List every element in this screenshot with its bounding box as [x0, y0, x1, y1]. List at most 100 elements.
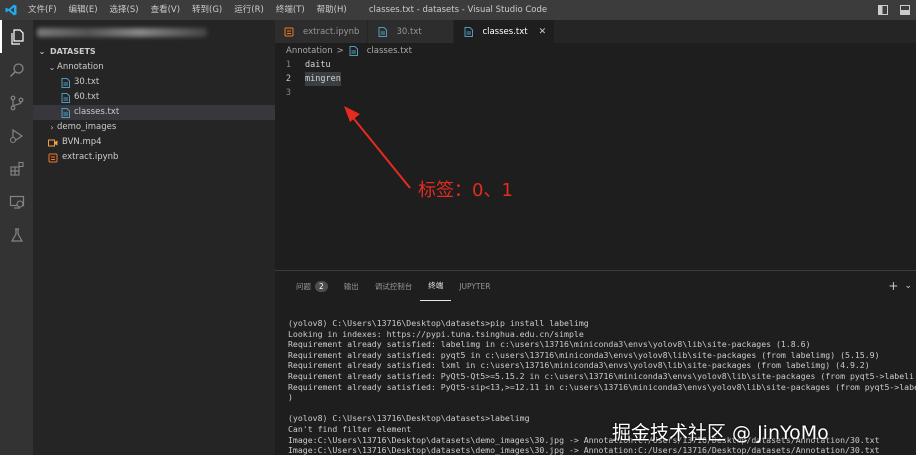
terminal-line: Requirement already satisfied: PyQt5-sip… — [288, 381, 916, 392]
terminal-line: (yolov8) C:\Users\13716\Desktop\datasets… — [288, 318, 589, 328]
panel-tabs: 问题 2 输出 调试控制台 终端 JUPYTER — [275, 271, 916, 301]
panel-tab[interactable]: 终端 — [420, 271, 452, 301]
tree-item-label: 60.txt — [74, 92, 100, 102]
tree-item[interactable]: 60.txt — [33, 90, 275, 105]
breadcrumb-folder[interactable]: Annotation — [286, 46, 333, 56]
txt-file-icon — [348, 45, 360, 56]
explorer-sidebar: ⌄ DATASETS ⌄ Annotation 30.txt 60.txt classe… — [33, 20, 275, 455]
line-number: 3 — [285, 88, 291, 98]
editor-tab[interactable]: extract.ipynb — [275, 20, 369, 43]
terminal-line: Requirement already satisfied: pyqt5 in … — [288, 349, 880, 360]
chevron-down-icon: ⌄ — [48, 63, 56, 72]
menu-item[interactable]: 编辑(E) — [63, 0, 104, 20]
file-tree: ⌄ Annotation 30.txt 60.txt classes.txt › demo_… — [33, 60, 275, 165]
tab-label: classes.txt — [482, 26, 528, 37]
panel-tab-label: 问题 — [296, 281, 311, 291]
tree-item[interactable]: extract.ipynb — [33, 150, 275, 165]
editor-tabs: extract.ipynb 30.txt classes.txt ✕ — [275, 20, 916, 43]
terminal-line: Image:C:\Users\13716\Desktop\datasets\de… — [288, 445, 880, 455]
menu-item[interactable]: 查看(V) — [145, 0, 186, 20]
watermark: 掘金技术社区 @ JinYoMo — [612, 422, 829, 444]
video-file-icon — [47, 138, 59, 148]
new-terminal-plus-icon[interactable]: + — [888, 279, 898, 293]
line-number: 1 — [285, 60, 291, 70]
panel-tab-label: JUPYTER — [459, 281, 491, 291]
panel-tab[interactable]: 输出 — [336, 271, 367, 301]
terminal-line: Requirement already satisfied: lxml in c… — [288, 360, 870, 371]
remote-explorer-icon[interactable] — [0, 185, 33, 218]
close-icon[interactable]: ✕ — [539, 27, 547, 37]
menu-item[interactable]: 终端(T) — [270, 0, 311, 20]
code-line[interactable]: 3 — [275, 86, 916, 100]
terminal-line: Looking in indexes: https://pypi.tuna.ts… — [288, 328, 584, 339]
testing-flask-icon[interactable] — [0, 218, 33, 251]
activity-bar — [0, 20, 33, 455]
panel-tab[interactable]: 调试控制台 — [367, 271, 421, 301]
chevron-down-icon[interactable]: ⌄ — [904, 281, 912, 291]
red-arrow-annotation-icon — [344, 106, 411, 189]
code-editor[interactable]: 1 daitu 2 mingren 3 — [275, 58, 916, 100]
panel-tab[interactable]: JUPYTER — [451, 271, 498, 301]
tree-item[interactable]: BVN.mp4 — [33, 135, 275, 150]
explorer-section-header[interactable]: ⌄ DATASETS — [33, 44, 275, 60]
editor-tab[interactable]: 30.txt — [368, 20, 455, 43]
source-control-icon[interactable] — [0, 86, 33, 119]
tab-label: extract.ipynb — [303, 26, 360, 37]
tree-item-label: 30.txt — [74, 77, 100, 87]
layout-panel-icon[interactable] — [894, 0, 916, 20]
tree-item[interactable]: ⌄ Annotation — [33, 60, 275, 75]
tree-item[interactable]: 30.txt — [33, 75, 275, 90]
tree-item[interactable]: classes.txt — [33, 105, 275, 120]
line-text: mingren — [305, 72, 341, 86]
terminal-line: Requirement already satisfied: labelimg … — [288, 339, 811, 350]
menu-item[interactable]: 选择(S) — [104, 0, 145, 20]
menu-item[interactable]: 转到(G) — [186, 0, 228, 20]
breadcrumb: Annotation > classes.txt — [275, 43, 916, 58]
window-controls — [872, 0, 916, 20]
txt-file-icon — [462, 26, 474, 37]
notebook-file-icon — [47, 153, 59, 163]
terminal-line: Requirement already satisfied: PyQt5-Qt5… — [288, 370, 915, 381]
layout-toggle-icon[interactable] — [872, 0, 894, 20]
annotation-label: 标签：0、1 — [418, 180, 513, 201]
breadcrumb-separator: > — [336, 45, 344, 56]
explorer-icon[interactable] — [0, 20, 33, 53]
vscode-logo-icon — [0, 0, 22, 20]
tab-label: 30.txt — [396, 26, 422, 37]
panel-tab-label: 输出 — [343, 281, 359, 291]
line-number: 2 — [285, 74, 291, 84]
txt-file-icon — [376, 26, 388, 37]
panel-tab-label: 终端 — [428, 281, 444, 290]
tree-item-label: Annotation — [57, 62, 104, 72]
code-line[interactable]: 2 mingren — [275, 72, 916, 86]
txt-file-icon — [59, 92, 71, 103]
tree-item-label: demo_images — [57, 122, 117, 132]
txt-file-icon — [59, 107, 71, 118]
menu-item[interactable]: 帮助(H) — [311, 0, 353, 20]
menu-item[interactable]: 运行(R) — [228, 0, 270, 20]
editor-tab[interactable]: classes.txt ✕ — [454, 20, 556, 43]
line-text: daitu — [305, 60, 331, 70]
menu-item[interactable]: 文件(F) — [22, 0, 63, 20]
section-title: DATASETS — [50, 47, 96, 56]
panel-tab-label: 调试控制台 — [374, 281, 413, 291]
tree-item-label: extract.ipynb — [62, 152, 119, 162]
tree-item-label: classes.txt — [74, 107, 120, 117]
breadcrumb-file[interactable]: classes.txt — [367, 46, 412, 56]
blurred-explorer-header — [33, 20, 275, 44]
search-icon[interactable] — [0, 53, 33, 86]
chevron-right-icon: › — [50, 123, 54, 132]
tree-item[interactable]: › demo_images — [33, 120, 275, 135]
run-debug-icon[interactable] — [0, 119, 33, 152]
problems-count-badge: 2 — [315, 280, 328, 292]
menu-bar: 文件(F) 编辑(E) 选择(S) 查看(V) 转到(G) 运行(R) 终端(T) 帮助(H) — [22, 0, 353, 20]
chevron-down-icon: ⌄ — [38, 47, 46, 56]
title-bar: 文件(F) 编辑(E) 选择(S) 查看(V) 转到(G) 运行(R) 终端(T) 帮助(H)… — [0, 0, 916, 20]
extensions-icon[interactable] — [0, 152, 33, 185]
panel-tab[interactable]: 问题 2 — [288, 271, 336, 301]
tree-item-label: BVN.mp4 — [62, 137, 102, 147]
terminal-line: ) — [288, 392, 293, 403]
code-line[interactable]: 1 daitu — [275, 58, 916, 72]
notebook-file-icon — [283, 27, 295, 37]
